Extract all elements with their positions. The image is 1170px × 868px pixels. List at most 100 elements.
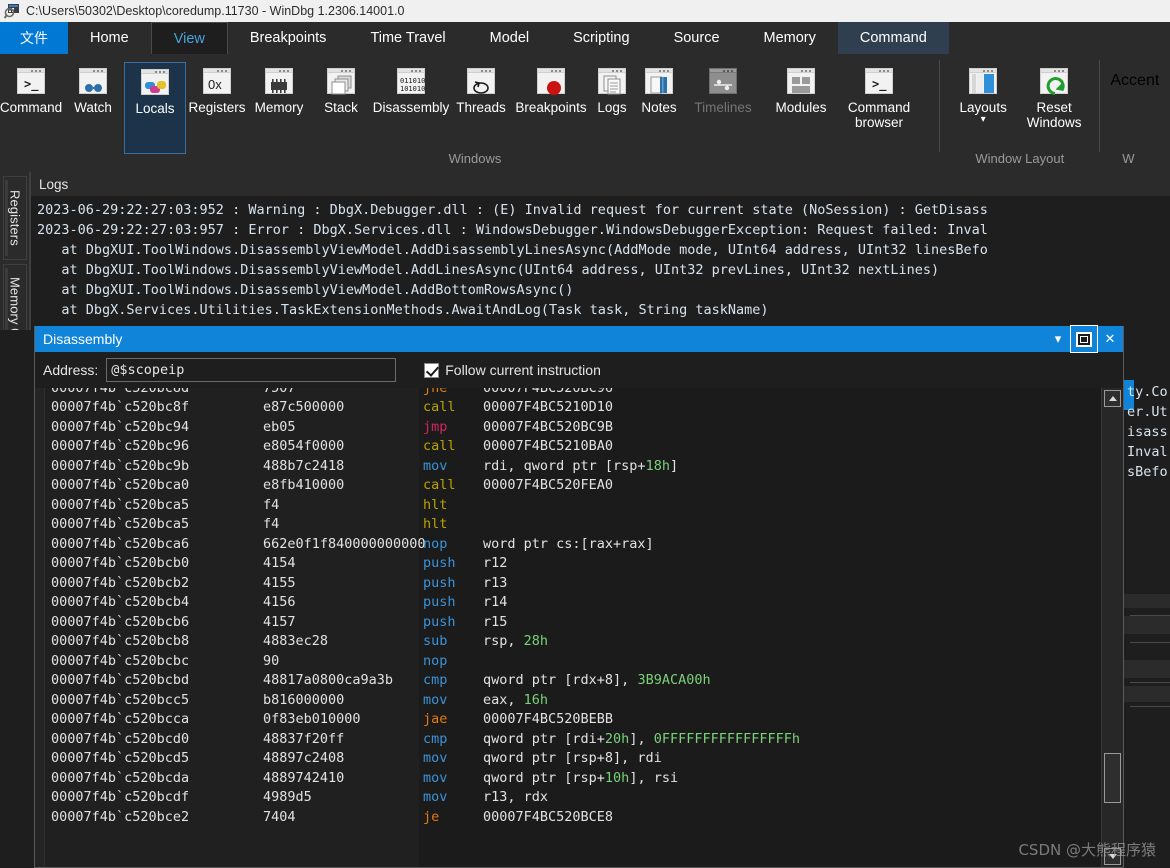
ribbon-label: Timelines [694, 100, 751, 115]
disassembly-gutter[interactable] [35, 388, 45, 867]
rail-tab-registers[interactable]: Registers [3, 176, 27, 260]
disassembly-address: 00007f4b`c520bca0 [45, 476, 263, 496]
log-line: at DbgX.Services.Utilities.TaskExtension… [37, 300, 1170, 320]
disassembly-row[interactable]: 00007f4b`c520bcc5b816000000moveax, 16h [45, 691, 1101, 711]
background-row-strip [1124, 594, 1170, 608]
disassembly-row[interactable]: 00007f4b`c520bcbd48817a0800ca9a3bcmpqwor… [45, 671, 1101, 691]
ribbon-button-breakpoints[interactable]: Breakpoints [512, 62, 590, 115]
disassembly-row[interactable]: 00007f4b`c520bc8fe87c500000call00007F4BC… [45, 398, 1101, 418]
chevron-down-icon[interactable]: ▾ [981, 115, 986, 125]
tab-time-travel[interactable]: Time Travel [348, 22, 467, 54]
follow-current-instruction-checkbox[interactable] [424, 363, 439, 378]
tab-model[interactable]: Model [468, 22, 552, 54]
ribbon-button-logs[interactable]: Logs [590, 62, 634, 115]
ribbon-button-command-browser[interactable]: >_ Command browser [840, 62, 918, 130]
disassembly-row[interactable]: 00007f4b`c520bcb84883ec28subrsp, 28h [45, 632, 1101, 652]
ribbon-button-threads[interactable]: Threads [450, 62, 512, 115]
disassembly-address-bar: Address: Follow current instruction [35, 352, 1123, 388]
disassembly-title-bar[interactable]: Disassembly ▾ ✕ [35, 326, 1123, 352]
ribbon-button-watch[interactable]: Watch [62, 62, 124, 115]
address-input[interactable] [106, 358, 396, 382]
chevron-down-icon[interactable]: ▾ [1045, 326, 1071, 352]
disassembly-mnemonic: hlt [423, 496, 483, 516]
disassembly-mnemonic: mov [423, 788, 483, 808]
disassembly-row[interactable]: 00007f4b`c520bca6662e0f1f840000000000nop… [45, 535, 1101, 555]
tab-view[interactable]: View [151, 22, 228, 54]
ribbon-button-notes[interactable]: Notes [634, 62, 684, 115]
ribbon: >_ Command [0, 54, 1170, 172]
ribbon-button-layouts[interactable]: Layouts ▾ [948, 62, 1018, 125]
disassembly-bytes: 4883ec28 [263, 632, 423, 652]
disassembly-row[interactable]: 00007f4b`c520bcdf4989d5movr13, rdx [45, 788, 1101, 808]
tab-breakpoints[interactable]: Breakpoints [228, 22, 349, 54]
scrollbar-thumb[interactable] [1104, 753, 1121, 803]
disassembly-body[interactable]: 00007f4b`c520bc8d7507jne00007F4BC520BC96… [35, 388, 1123, 867]
ribbon-button-accent[interactable]: Accent [1110, 72, 1159, 90]
disassembly-mnemonic: jmp [423, 418, 483, 438]
tab-source[interactable]: Source [652, 22, 742, 54]
ribbon-button-stack[interactable]: Stack [310, 62, 372, 115]
ribbon-button-locals[interactable]: Locals [124, 62, 186, 154]
disassembly-mnemonic: call [423, 437, 483, 457]
disassembly-row[interactable]: 00007f4b`c520bca5f4hlt [45, 496, 1101, 516]
logs-panel-body[interactable]: 2023-06-29:22:27:03:952 : Warning : DbgX… [31, 196, 1170, 330]
console-prompt-icon: >_ [14, 66, 48, 96]
disassembly-row[interactable]: 00007f4b`c520bca5f4hlt [45, 515, 1101, 535]
blocks-icon [138, 67, 172, 97]
scroll-up-icon[interactable] [1104, 390, 1121, 407]
disassembly-row[interactable]: 00007f4b`c520bcb24155pushr13 [45, 574, 1101, 594]
ribbon-button-disassembly[interactable]: 011010 101010 Disassembly [372, 62, 450, 115]
disassembly-row[interactable]: 00007f4b`c520bcbc90nop [45, 652, 1101, 672]
disassembly-scrollbar[interactable] [1101, 388, 1123, 867]
ribbon-button-registers[interactable]: 0x Registers [186, 62, 248, 115]
disassembly-bytes: 7404 [263, 808, 423, 828]
disassembly-operands: r13, rdx [483, 788, 1101, 808]
ribbon-button-command[interactable]: >_ Command [0, 62, 62, 115]
disassembly-address: 00007f4b`c520bce2 [45, 808, 263, 828]
disassembly-row[interactable]: 00007f4b`c520bc96e8054f0000call00007F4BC… [45, 437, 1101, 457]
tab-home[interactable]: Home [68, 22, 151, 54]
disassembly-operands: eax, 16h [483, 691, 1101, 711]
disassembly-bytes: 48837f20ff [263, 730, 423, 750]
disassembly-mnemonic: push [423, 554, 483, 574]
disassembly-address: 00007f4b`c520bcc5 [45, 691, 263, 711]
disassembly-row[interactable]: 00007f4b`c520bcb04154pushr12 [45, 554, 1101, 574]
tab-memory[interactable]: Memory [742, 22, 838, 54]
disassembly-rows[interactable]: 00007f4b`c520bc8d7507jne00007F4BC520BC96… [45, 388, 1101, 867]
disassembly-row[interactable]: 00007f4b`c520bc94eb05jmp00007F4BC520BC9B [45, 418, 1101, 438]
log-line: 2023-06-29:22:27:03:957 : Error : DbgX.S… [37, 220, 1170, 240]
disassembly-operands: word ptr cs:[rax+rax] [483, 535, 1101, 555]
background-row-strip [1124, 686, 1170, 702]
disassembly-row[interactable]: 00007f4b`c520bce27404je00007F4BC520BCE8 [45, 808, 1101, 828]
disassembly-mnemonic: push [423, 574, 483, 594]
restore-icon[interactable] [1071, 326, 1097, 352]
windbg-window: C:\Users\50302\Desktop\coredump.11730 - … [0, 0, 1170, 868]
background-text-line: er.Ut [1127, 404, 1168, 420]
background-row-strip [1124, 616, 1170, 634]
disassembly-row[interactable]: 00007f4b`c520bcb44156pushr14 [45, 593, 1101, 613]
ribbon-button-modules[interactable]: Modules [762, 62, 840, 115]
disassembly-row[interactable]: 00007f4b`c520bc8d7507jne00007F4BC520BC96 [45, 388, 1101, 398]
disassembly-row[interactable]: 00007f4b`c520bc9b488b7c2418movrdi, qword… [45, 457, 1101, 477]
disassembly-operands: 00007F4BC520BC9B [483, 418, 1101, 438]
log-line: 2023-06-29:22:27:03:952 : Warning : DbgX… [37, 200, 1170, 220]
disassembly-address: 00007f4b`c520bc9b [45, 457, 263, 477]
address-label: Address: [43, 362, 98, 378]
disassembly-row[interactable]: 00007f4b`c520bcb64157pushr15 [45, 613, 1101, 633]
disassembly-bytes: 4157 [263, 613, 423, 633]
disassembly-row[interactable]: 00007f4b`c520bca0e8fb410000call00007F4BC… [45, 476, 1101, 496]
disassembly-row[interactable]: 00007f4b`c520bcda4889742410movqword ptr … [45, 769, 1101, 789]
disassembly-row[interactable]: 00007f4b`c520bcca0f83eb010000jae00007F4B… [45, 710, 1101, 730]
tab-command[interactable]: Command [838, 22, 949, 54]
background-divider [1130, 706, 1170, 707]
tab-file[interactable]: 文件 [0, 22, 68, 54]
tab-scripting[interactable]: Scripting [551, 22, 651, 54]
red-dot-icon [534, 66, 568, 96]
disassembly-row[interactable]: 00007f4b`c520bcd048837f20ffcmpqword ptr … [45, 730, 1101, 750]
disassembly-bytes: 48817a0800ca9a3b [263, 671, 423, 691]
ribbon-button-reset-windows[interactable]: Reset Windows [1018, 62, 1090, 130]
disassembly-row[interactable]: 00007f4b`c520bcd548897c2408movqword ptr … [45, 749, 1101, 769]
ribbon-button-memory[interactable]: Memory [248, 62, 310, 115]
close-icon[interactable]: ✕ [1097, 326, 1123, 352]
follow-current-instruction-row[interactable]: Follow current instruction [424, 362, 601, 378]
